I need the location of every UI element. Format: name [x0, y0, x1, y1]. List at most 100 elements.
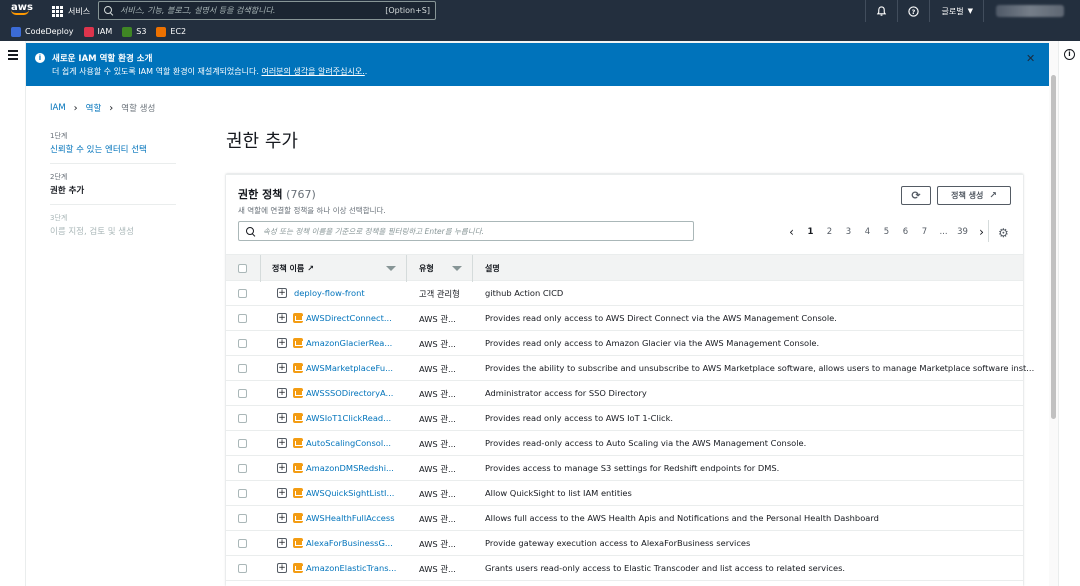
- page-scrollbar[interactable]: [1049, 41, 1058, 586]
- policy-name-link[interactable]: AlexaForBusinessG...: [306, 538, 393, 548]
- expand-plus-icon[interactable]: +: [277, 438, 287, 448]
- help-icon[interactable]: ?: [898, 0, 929, 22]
- aws-logo[interactable]: aws: [11, 3, 33, 19]
- row-checkbox[interactable]: [238, 514, 247, 523]
- row-checkbox[interactable]: [238, 314, 247, 323]
- step-label: 권한 추가: [50, 186, 85, 196]
- column-type-label: 유형: [419, 264, 434, 273]
- table-row[interactable]: + AlexaForBusinessG... AWS 관... Provide gat…: [226, 531, 1023, 556]
- expand-plus-icon[interactable]: +: [277, 413, 287, 423]
- row-checkbox[interactable]: [238, 339, 247, 348]
- external-link-icon: ↗: [307, 264, 314, 273]
- expand-plus-icon[interactable]: +: [277, 463, 287, 473]
- page-ellipsis: ...: [939, 227, 948, 237]
- table-row[interactable]: + AWSQuickSightListI... AWS 관... Allow Quic…: [226, 481, 1023, 506]
- policy-type: AWS 관...: [419, 464, 456, 474]
- expand-plus-icon[interactable]: +: [277, 363, 287, 373]
- favorite-ec2[interactable]: EC2: [156, 26, 186, 37]
- policy-name-link[interactable]: AmazonElasticTrans...: [306, 563, 396, 573]
- notifications-bell-icon[interactable]: [866, 0, 897, 22]
- expand-plus-icon[interactable]: +: [277, 513, 287, 523]
- policy-name-link[interactable]: AWSSSODirectoryA...: [306, 388, 393, 398]
- expand-plus-icon[interactable]: +: [277, 563, 287, 573]
- search-icon: [104, 6, 113, 15]
- row-checkbox[interactable]: [238, 389, 247, 398]
- row-checkbox[interactable]: [238, 289, 247, 298]
- expand-plus-icon[interactable]: +: [277, 338, 287, 348]
- table-row[interactable]: + deploy-flow-front 고객 관리형 github Action CI…: [226, 281, 1023, 306]
- panel-title-text: 권한 정책: [238, 188, 283, 201]
- policy-name-link[interactable]: deploy-flow-front: [294, 288, 365, 298]
- table-row[interactable]: + AmazonElasticTrans... AWS 관... Grants use…: [226, 556, 1023, 581]
- favorite-iam[interactable]: IAM: [83, 26, 112, 37]
- grid-icon: [52, 5, 63, 17]
- refresh-button[interactable]: ⟳: [901, 186, 931, 205]
- close-icon[interactable]: ✕: [1026, 52, 1035, 65]
- page-3[interactable]: 3: [839, 227, 858, 237]
- policy-name-link[interactable]: AmazonGlacierRea...: [306, 338, 392, 348]
- table-row[interactable]: + AutoScalingConsol... AWS 관... Provides re…: [226, 431, 1023, 456]
- page-4[interactable]: 4: [858, 227, 877, 237]
- table-row[interactable]: + AWSHealthFullAccess AWS 관... Allows full …: [226, 506, 1023, 531]
- search-shortcut: [Option+S]: [385, 6, 430, 15]
- region-label: 글로벌: [941, 6, 964, 16]
- table-row[interactable]: + AmazonGlacierRea... AWS 관... Provides rea…: [226, 331, 1023, 356]
- chevron-left-icon[interactable]: ‹: [782, 225, 801, 239]
- settings-gear-icon[interactable]: ⚙: [998, 226, 1009, 240]
- create-policy-button[interactable]: 정책 생성 ↗: [937, 186, 1011, 205]
- breadcrumb-iam[interactable]: IAM: [50, 103, 66, 113]
- wizard-step-1[interactable]: 1단계 신뢰할 수 있는 엔터티 선택: [50, 131, 176, 164]
- sort-type-icon[interactable]: [452, 255, 462, 282]
- top-navigation: aws 서비스 서비스, 기능, 블로그, 설명서 등을 검색합니다. [Opt…: [0, 0, 1080, 22]
- favorite-s3[interactable]: S3: [122, 26, 146, 37]
- select-all-checkbox[interactable]: [238, 264, 247, 273]
- policy-filter-input[interactable]: 속성 또는 정책 이름을 기준으로 정책을 필터링하고 Enter를 누릅니다.: [238, 221, 694, 241]
- expand-plus-icon[interactable]: +: [277, 488, 287, 498]
- page-6[interactable]: 6: [896, 227, 915, 237]
- region-selector[interactable]: 글로벌 ▼: [930, 6, 983, 17]
- account-menu[interactable]: [984, 0, 1080, 22]
- policy-name-link[interactable]: AWSHealthFullAccess: [306, 513, 395, 523]
- page-7[interactable]: 7: [915, 227, 934, 237]
- expand-plus-icon[interactable]: +: [277, 538, 287, 548]
- feedback-link[interactable]: 여러분의 생각을 알려주십시오.: [261, 67, 364, 76]
- favorite-codedeploy[interactable]: CodeDeploy: [11, 26, 74, 37]
- page-1[interactable]: 1: [801, 227, 820, 237]
- row-checkbox[interactable]: [238, 439, 247, 448]
- row-checkbox[interactable]: [238, 414, 247, 423]
- sort-name-icon[interactable]: [386, 255, 396, 282]
- policy-name-link[interactable]: AWSDirectConnect...: [306, 313, 392, 323]
- expand-plus-icon[interactable]: +: [277, 288, 287, 298]
- page-5[interactable]: 5: [877, 227, 896, 237]
- row-checkbox[interactable]: [238, 564, 247, 573]
- row-checkbox[interactable]: [238, 464, 247, 473]
- breadcrumb-roles[interactable]: 역할: [86, 102, 102, 114]
- main-content: IAM › 역할 › 역할 생성 1단계 신뢰할 수 있는 엔터티 선택 2단계…: [26, 86, 1049, 586]
- services-menu-button[interactable]: 서비스: [52, 4, 90, 18]
- policy-name-link[interactable]: AWSIoT1ClickRead...: [306, 413, 391, 423]
- column-header-name[interactable]: 정책 이름 ↗: [272, 255, 314, 282]
- step-number: 1단계: [50, 132, 68, 140]
- policy-name-link[interactable]: AutoScalingConsol...: [306, 438, 391, 448]
- policy-name-link[interactable]: AWSQuickSightListI...: [306, 488, 394, 498]
- policy-description: Provides the ability to subscribe and un…: [485, 363, 1035, 373]
- policy-name-link[interactable]: AWSMarketplaceFu...: [306, 363, 393, 373]
- row-checkbox[interactable]: [238, 539, 247, 548]
- row-checkbox[interactable]: [238, 489, 247, 498]
- table-row[interactable]: + AWSSSODirectoryA... AWS 관... Administrato…: [226, 381, 1023, 406]
- page-2[interactable]: 2: [820, 227, 839, 237]
- page-39[interactable]: 39: [953, 227, 972, 237]
- policy-name-link[interactable]: AmazonDMSRedshi...: [306, 463, 394, 473]
- info-icon[interactable]: i: [1064, 49, 1075, 60]
- row-checkbox[interactable]: [238, 364, 247, 373]
- table-row[interactable]: + AWSDirectConnect... AWS 관... Provides rea…: [226, 306, 1023, 331]
- scrollbar-thumb[interactable]: [1051, 75, 1056, 419]
- table-row[interactable]: + AWSIoT1ClickRead... AWS 관... Provides rea…: [226, 406, 1023, 431]
- menu-icon[interactable]: [8, 50, 18, 62]
- column-header-type[interactable]: 유형: [419, 255, 434, 282]
- expand-plus-icon[interactable]: +: [277, 313, 287, 323]
- global-search-input[interactable]: 서비스, 기능, 블로그, 설명서 등을 검색합니다. [Option+S]: [98, 1, 436, 20]
- table-row[interactable]: + AmazonDMSRedshi... AWS 관... Provides acce…: [226, 456, 1023, 481]
- expand-plus-icon[interactable]: +: [277, 388, 287, 398]
- table-row[interactable]: + AWSMarketplaceFu... AWS 관... Provides the…: [226, 356, 1034, 381]
